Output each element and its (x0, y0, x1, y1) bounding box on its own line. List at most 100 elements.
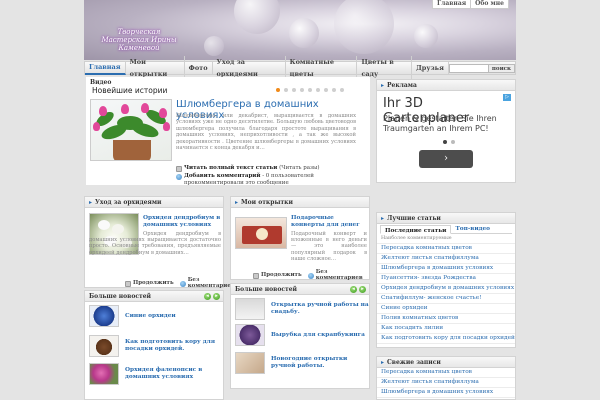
nav-item-photo[interactable]: Фото (185, 62, 213, 74)
news-item[interactable]: Орхидея фаленопсис в домашних условиях (89, 363, 223, 385)
prev-arrow-icon[interactable]: ◂ (204, 292, 211, 300)
slider-dot[interactable] (340, 88, 344, 92)
fresh-posts-title: Свежие записи (387, 358, 441, 366)
document-icon (253, 272, 259, 279)
ad-next-button[interactable]: › (419, 150, 473, 168)
news-item[interactable]: Синие орхидеи (89, 305, 176, 327)
fresh-posts-header: ▸ Свежие записи (377, 357, 515, 368)
news-item[interactable]: Открытка ручной работы на свадьбу. (235, 298, 369, 320)
news-thumb (89, 335, 119, 357)
search-button[interactable]: поиск (488, 63, 515, 73)
continue-link[interactable]: Продолжить (125, 277, 174, 289)
site-logo[interactable]: Творческая Мастерская Ирины Каменевой (96, 28, 182, 52)
toplink-home[interactable]: Главная (433, 0, 470, 8)
search-input[interactable] (448, 63, 489, 73)
slider-dot[interactable] (324, 88, 328, 92)
add-comment-link[interactable]: Добавить комментарий (184, 173, 260, 179)
decor-bubble (234, 0, 280, 34)
featured-panel: Видео Новейшие истории Шлюмбергера в дом… (86, 77, 370, 186)
news-thumb (235, 298, 265, 320)
comment-icon (179, 280, 186, 287)
ad-dots (443, 140, 455, 144)
slider-dot[interactable] (300, 88, 304, 92)
news-title[interactable]: Новогодние открытки ручной работы. (271, 356, 369, 370)
list-item[interactable]: Шлюмбергера в домашних условиях (377, 264, 515, 274)
orchid-module-header: ▸ Уход за орхидеями (85, 197, 223, 208)
slider-dot[interactable] (308, 88, 312, 92)
best-articles-list: Наиболее комментируемые Пересадка комнат… (377, 234, 515, 344)
arrow-right-icon: ▸ (381, 214, 385, 222)
add-comment-icon (176, 174, 182, 180)
best-articles-tabs: Последние статьи Топ-видео (380, 224, 512, 234)
slider-dot[interactable] (332, 88, 336, 92)
document-icon (176, 166, 182, 172)
arrow-right-icon: ▸ (381, 81, 385, 89)
news-title[interactable]: Синие орхидеи (125, 313, 176, 320)
slider-dot[interactable] (292, 88, 296, 92)
cards-module-title[interactable]: Мои открытки (241, 197, 293, 208)
main-nav: Главная Мои открытки Фото Уход за орхиде… (84, 56, 516, 80)
tab-latest-articles[interactable]: Последние статьи (380, 225, 452, 234)
leaf-shape (117, 116, 143, 130)
cards-article-excerpt: Подарочный конверт и вложенные в него де… (291, 231, 367, 262)
orchid-article-title[interactable]: Орхидея дендробиум в домашних условиях (143, 215, 221, 229)
list-item[interactable]: Полив комнатных цветов (377, 314, 515, 324)
nav-item-home[interactable]: Главная (85, 61, 126, 75)
slider-dot[interactable] (276, 88, 280, 92)
ad-body[interactable]: Planen & gestalten Sie Ihren Traumgarten… (383, 114, 513, 134)
arrow-right-icon: ▸ (381, 358, 385, 366)
featured-image[interactable] (90, 99, 172, 161)
next-arrow-icon[interactable]: ▸ (213, 292, 220, 300)
ad-panel: ▸ Реклама ▷ Ihr 3D Gartenplaner Planen & … (376, 79, 516, 183)
toplink-about[interactable]: Обо мне (470, 0, 508, 8)
ad-panel-header: ▸ Реклама (377, 80, 515, 91)
slider-dots (276, 88, 344, 92)
list-item[interactable]: Как подготовить кору для посадки орхидей… (377, 334, 515, 344)
list-item[interactable]: Как посадить лилии (377, 324, 515, 334)
list-item[interactable]: Шлюмбергера в домашних условиях (377, 388, 515, 398)
comments-link[interactable]: Без комментариев (307, 269, 369, 281)
orchid-more-news-title: Больше новостей (89, 292, 151, 300)
nav-item-friends[interactable]: Друзья (412, 62, 449, 74)
cards-thumb[interactable] (235, 217, 287, 249)
news-title[interactable]: Орхидея фаленопсис в домашних условиях (125, 367, 223, 381)
ad-banner[interactable]: ▷ Ihr 3D Gartenplaner Planen & gestalten… (379, 92, 513, 180)
document-icon (125, 280, 131, 287)
news-item[interactable]: Как подготовить кору для посадки орхидей… (89, 335, 223, 357)
list-item[interactable]: Желтеют листья спатифиллума (377, 254, 515, 264)
orchid-module-title[interactable]: Уход за орхидеями (95, 197, 161, 208)
slider-dot[interactable] (284, 88, 288, 92)
list-item[interactable]: Спатифиллум- женское счастье! (377, 294, 515, 304)
read-more-line: Читать полный текст статьи (Читать разы) (176, 165, 366, 172)
list-item[interactable]: Пуансеттия- звезда Рождества (377, 274, 515, 284)
ad-dot[interactable] (451, 140, 455, 144)
list-item[interactable]: Пересадка комнатных цветов (377, 244, 515, 254)
news-thumb (235, 324, 265, 346)
ad-panel-title: Реклама (387, 81, 417, 89)
news-thumb (89, 363, 119, 385)
orchid-article-footer: Продолжить Без комментариев (125, 277, 235, 289)
prev-arrow-icon[interactable]: ◂ (350, 285, 357, 293)
tab-top-video[interactable]: Топ-видео (451, 224, 494, 233)
news-title[interactable]: Открытка ручной работы на свадьбу. (271, 302, 369, 316)
orchid-module: ▸ Уход за орхидеями Орхидея дендробиум в … (84, 196, 235, 289)
featured-excerpt: Шлюмбергера, или декабрист, выращивается… (176, 113, 356, 152)
list-item[interactable]: Орхидея дендробиум в домашних условиях (377, 284, 515, 294)
decor-bubble (414, 24, 438, 48)
news-title[interactable]: Вырубка для скрапбукинга (271, 332, 365, 339)
list-item[interactable]: Пересадка комнатных цветов (377, 368, 515, 378)
continue-link[interactable]: Продолжить (253, 269, 302, 281)
news-title[interactable]: Как подготовить кору для посадки орхидей… (125, 339, 223, 353)
video-label[interactable]: Видео (90, 79, 111, 86)
cards-article-title[interactable]: Подарочные конверты для денег (291, 215, 367, 229)
list-item[interactable]: Желтеют листья спатифиллума (377, 378, 515, 388)
list-item[interactable]: Синие орхидеи (377, 304, 515, 314)
slider-dot[interactable] (316, 88, 320, 92)
ad-dot[interactable] (443, 140, 447, 144)
news-item[interactable]: Вырубка для скрапбукинга (235, 324, 365, 346)
news-item[interactable]: Новогодние открытки ручной работы. (235, 352, 369, 374)
orchid-more-news: Больше новостей ◂ ▸ Синие орхидеи Как подг… (84, 290, 224, 400)
next-arrow-icon[interactable]: ▸ (359, 285, 366, 293)
read-more-link[interactable]: Читать полный текст статьи (184, 165, 277, 171)
comments-link[interactable]: Без комментариев (179, 277, 235, 289)
